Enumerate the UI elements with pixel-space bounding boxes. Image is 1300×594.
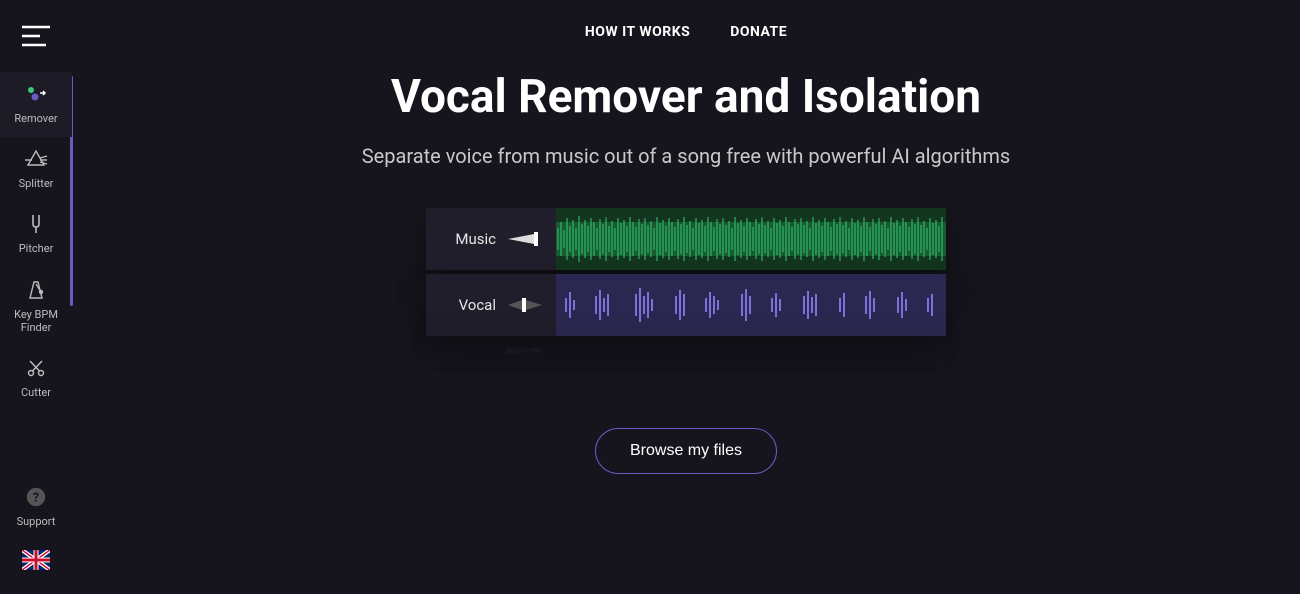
music-track-row: Music	[426, 208, 946, 270]
remover-icon	[24, 82, 48, 106]
browse-files-button[interactable]: Browse my files	[595, 428, 777, 474]
vocal-label: Vocal	[459, 296, 496, 314]
metronome-icon	[24, 278, 48, 302]
top-nav: HOW IT WORKS DONATE	[585, 24, 787, 40]
sidebar-item-cutter[interactable]: Cutter	[0, 346, 72, 411]
sidebar-label: Splitter	[19, 177, 54, 190]
scissors-icon	[24, 356, 48, 380]
sidebar-item-keybpm[interactable]: Key BPM Finder	[0, 268, 72, 346]
sidebar-label: Cutter	[21, 386, 51, 399]
page-subtitle: Separate voice from music out of a song …	[362, 144, 1011, 168]
help-icon: ?	[24, 485, 48, 509]
vocal-track-row: Vocal	[426, 274, 946, 336]
vocal-waveform	[556, 274, 946, 336]
sidebar-item-support[interactable]: ? Support	[0, 475, 72, 540]
nav-donate[interactable]: DONATE	[730, 24, 787, 40]
hamburger-icon	[22, 24, 50, 48]
music-label: Music	[455, 230, 496, 248]
menu-toggle[interactable]	[0, 0, 72, 72]
sidebar: Remover Splitter Pitcher	[0, 0, 72, 594]
sidebar-label: Key BPM Finder	[0, 308, 72, 334]
sidebar-item-remover[interactable]: Remover	[0, 72, 72, 137]
reflection: Vocal	[426, 336, 946, 367]
waveform-preview: Music Vocal	[426, 208, 946, 378]
language-selector[interactable]	[0, 540, 72, 582]
page-title: Vocal Remover and Isolation	[391, 70, 981, 124]
main-content: HOW IT WORKS DONATE Vocal Remover and Is…	[72, 0, 1300, 594]
sidebar-label: Remover	[14, 112, 57, 125]
slider-knob-icon	[508, 298, 542, 312]
prism-icon	[24, 147, 48, 171]
tuning-fork-icon	[24, 212, 48, 236]
svg-text:?: ?	[33, 490, 39, 505]
sidebar-label: Pitcher	[19, 242, 54, 255]
uk-flag-icon	[22, 550, 50, 570]
slider-knob-icon	[508, 232, 542, 246]
sidebar-item-splitter[interactable]: Splitter	[0, 137, 72, 202]
music-waveform	[556, 208, 946, 270]
sidebar-item-pitcher[interactable]: Pitcher	[0, 202, 72, 267]
sidebar-label: Support	[17, 515, 56, 528]
nav-how-it-works[interactable]: HOW IT WORKS	[585, 24, 690, 40]
